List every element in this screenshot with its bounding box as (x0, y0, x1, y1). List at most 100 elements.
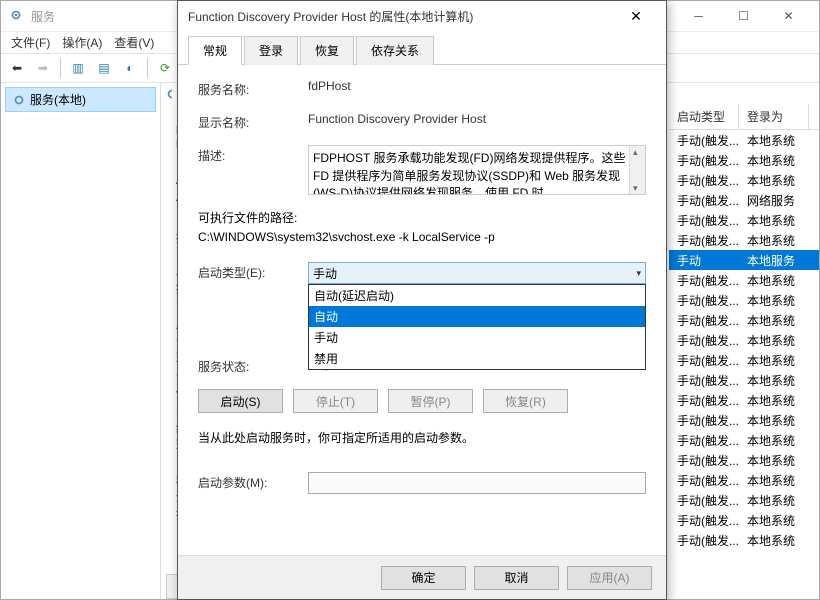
cell-logon-as: 本地系统 (739, 470, 809, 491)
back-button[interactable]: ⬅ (5, 56, 29, 80)
table-row[interactable]: 手动(触发...本地系统 (669, 410, 819, 430)
cell-startup-type: 手动(触发... (669, 130, 739, 151)
cell-startup-type: 手动(触发... (669, 150, 739, 171)
cell-logon-as: 本地系统 (739, 330, 809, 351)
table-row[interactable]: 手动(触发...网络服务 (669, 190, 819, 210)
cell-logon-as: 本地系统 (739, 210, 809, 231)
table-row[interactable]: 手动(触发...本地系统 (669, 130, 819, 150)
apply-button[interactable]: 应用(A) (567, 566, 652, 590)
table-row[interactable]: 手动(触发...本地系统 (669, 270, 819, 290)
cell-logon-as: 本地系统 (739, 370, 809, 391)
menu-action[interactable]: 操作(A) (56, 32, 108, 53)
dialog-tabs: 常规 登录 恢复 依存关系 (178, 31, 666, 65)
start-params-input[interactable] (308, 472, 646, 494)
table-row[interactable]: 手动(触发...本地系统 (669, 430, 819, 450)
table-row[interactable]: 手动(触发...本地系统 (669, 290, 819, 310)
table-row[interactable]: 手动(触发...本地系统 (669, 490, 819, 510)
cell-logon-as: 网络服务 (739, 190, 809, 211)
col-logon-as[interactable]: 登录为 (739, 104, 809, 129)
table-row[interactable]: 手动(触发...本地系统 (669, 210, 819, 230)
cell-startup-type: 手动(触发... (669, 450, 739, 471)
label-display-name: 显示名称: (198, 112, 308, 131)
cell-startup-type: 手动(触发... (669, 510, 739, 531)
value-description: FDPHOST 服务承载功能发现(FD)网络发现提供程序。这些 FD 提供程序为… (313, 151, 625, 195)
tab-dependencies[interactable]: 依存关系 (356, 36, 434, 65)
cell-startup-type: 手动(触发... (669, 530, 739, 551)
tab-logon[interactable]: 登录 (244, 36, 298, 65)
cell-startup-type: 手动 (669, 250, 739, 271)
services-app-icon (9, 8, 25, 24)
table-row[interactable]: 手动(触发...本地系统 (669, 170, 819, 190)
forward-button[interactable]: ➡ (31, 56, 55, 80)
service-list[interactable]: 手动(触发...本地系统手动(触发...本地系统手动(触发...本地系统手动(触… (669, 130, 819, 550)
minimize-button[interactable]: ─ (676, 1, 721, 31)
dropdown-option-auto-delayed[interactable]: 自动(延迟启动) (309, 285, 645, 306)
cell-startup-type: 手动(触发... (669, 170, 739, 191)
dialog-title: Function Discovery Provider Host 的属性(本地计… (188, 8, 616, 25)
refresh-icon[interactable]: ⟳ (153, 56, 177, 80)
close-button[interactable]: ✕ (766, 1, 811, 31)
cell-logon-as: 本地服务 (739, 250, 809, 271)
dropdown-option-disabled[interactable]: 禁用 (309, 348, 645, 369)
cancel-button[interactable]: 取消 (474, 566, 559, 590)
description-box[interactable]: FDPHOST 服务承载功能发现(FD)网络发现提供程序。这些 FD 提供程序为… (308, 145, 646, 195)
startup-type-combobox[interactable]: 手动 ▾ (308, 262, 646, 284)
startup-type-dropdown[interactable]: 自动(延迟启动) 自动 手动 禁用 (308, 284, 646, 370)
tree-item-label: 服务(本地) (30, 91, 86, 108)
table-row[interactable]: 手动(触发...本地系统 (669, 330, 819, 350)
tab-recovery[interactable]: 恢复 (300, 36, 354, 65)
label-service-status: 服务状态: (198, 356, 308, 375)
menu-file[interactable]: 文件(F) (5, 32, 56, 53)
ok-button[interactable]: 确定 (381, 566, 466, 590)
list-header: 启动类型 登录为 (669, 104, 819, 130)
value-exe-path: C:\WINDOWS\system32\svchost.exe -k Local… (198, 230, 646, 244)
table-row[interactable]: 手动(触发...本地系统 (669, 390, 819, 410)
gear-icon (12, 93, 26, 107)
table-row[interactable]: 手动(触发...本地系统 (669, 150, 819, 170)
label-description: 描述: (198, 145, 308, 164)
cell-logon-as: 本地系统 (739, 410, 809, 431)
description-scrollbar[interactable] (629, 146, 645, 194)
cell-logon-as: 本地系统 (739, 350, 809, 371)
table-row[interactable]: 手动(触发...本地系统 (669, 370, 819, 390)
col-startup-type[interactable]: 启动类型 (669, 104, 739, 129)
table-row[interactable]: 手动(触发...本地系统 (669, 350, 819, 370)
table-row[interactable]: 手动本地服务 (669, 250, 819, 270)
cell-startup-type: 手动(触发... (669, 330, 739, 351)
tool-pane-icon[interactable]: ▥ (66, 56, 90, 80)
cell-logon-as: 本地系统 (739, 130, 809, 151)
table-row[interactable]: 手动(触发...本地系统 (669, 470, 819, 490)
maximize-button[interactable]: ☐ (721, 1, 766, 31)
table-row[interactable]: 手动(触发...本地系统 (669, 450, 819, 470)
cell-startup-type: 手动(触发... (669, 190, 739, 211)
label-start-params: 启动参数(M): (198, 472, 308, 491)
table-row[interactable]: 手动(触发...本地系统 (669, 510, 819, 530)
cell-startup-type: 手动(触发... (669, 410, 739, 431)
dropdown-option-auto[interactable]: 自动 (309, 306, 645, 327)
dialog-close-button[interactable]: ✕ (616, 2, 656, 30)
tool-help-icon[interactable]: ◐ (118, 56, 142, 80)
tree-services-local[interactable]: 服务(本地) (5, 87, 156, 112)
nav-tree[interactable]: 服务(本地) (1, 83, 161, 599)
cell-startup-type: 手动(触发... (669, 470, 739, 491)
cell-logon-as: 本地系统 (739, 510, 809, 531)
dialog-content: 服务名称: fdPHost 显示名称: Function Discovery P… (178, 65, 666, 522)
table-row[interactable]: 手动(触发...本地系统 (669, 310, 819, 330)
service-properties-dialog: Function Discovery Provider Host 的属性(本地计… (177, 0, 667, 600)
cell-logon-as: 本地系统 (739, 230, 809, 251)
tool-detail-icon[interactable]: ▤ (92, 56, 116, 80)
cell-startup-type: 手动(触发... (669, 310, 739, 331)
cell-logon-as: 本地系统 (739, 310, 809, 331)
stop-button[interactable]: 停止(T) (293, 389, 378, 413)
table-row[interactable]: 手动(触发...本地系统 (669, 530, 819, 550)
value-display-name: Function Discovery Provider Host (308, 112, 646, 126)
start-button[interactable]: 启动(S) (198, 389, 283, 413)
dialog-titlebar[interactable]: Function Discovery Provider Host 的属性(本地计… (178, 1, 666, 31)
resume-button[interactable]: 恢复(R) (483, 389, 568, 413)
tab-general[interactable]: 常规 (188, 36, 242, 65)
dropdown-option-manual[interactable]: 手动 (309, 327, 645, 348)
cell-logon-as: 本地系统 (739, 390, 809, 411)
menu-view[interactable]: 查看(V) (108, 32, 160, 53)
pause-button[interactable]: 暂停(P) (388, 389, 473, 413)
table-row[interactable]: 手动(触发...本地系统 (669, 230, 819, 250)
